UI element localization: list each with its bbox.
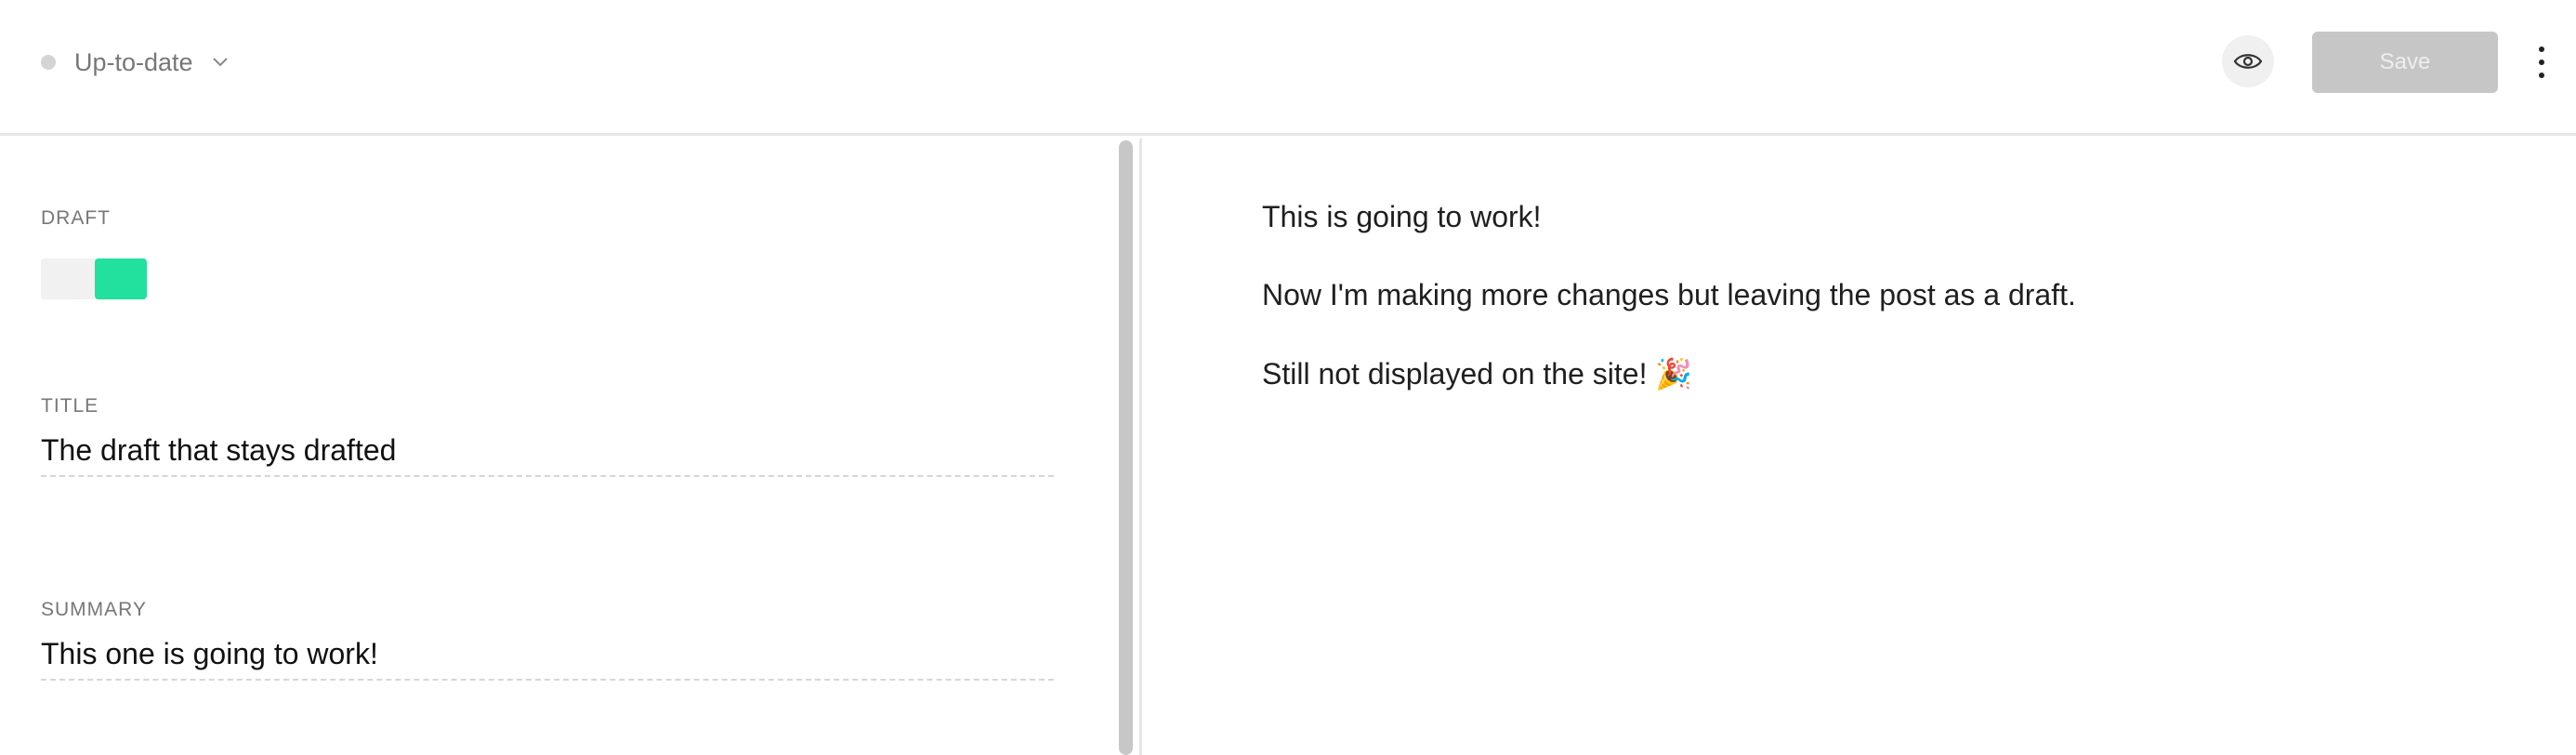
status-dot <box>41 55 56 70</box>
status-dropdown[interactable]: Up-to-date <box>41 43 230 82</box>
preview-pane: This is going to work! Now I'm making mo… <box>1142 139 2576 755</box>
preview-toggle-button[interactable] <box>2222 35 2274 87</box>
summary-input[interactable] <box>41 629 1054 681</box>
preview-paragraph: Still not displayed on the site! 🎉 <box>1262 357 1693 391</box>
draft-toggle-knob <box>95 258 147 299</box>
editor-pane: DRAFT TITLE SUMMARY <box>0 139 1115 755</box>
splitter-handle[interactable] <box>1119 140 1133 755</box>
top-bar: Up-to-date Save <box>0 0 2576 136</box>
preview-paragraph: Now I'm making more changes but leaving … <box>1262 278 2076 311</box>
draft-toggle[interactable] <box>41 258 147 299</box>
title-label: TITLE <box>41 395 99 417</box>
more-dot <box>2539 73 2544 78</box>
summary-label: SUMMARY <box>41 599 147 620</box>
preview-paragraph: This is going to work! <box>1262 200 1542 233</box>
status-label: Up-to-date <box>74 47 193 76</box>
more-dot <box>2539 46 2544 52</box>
more-dot <box>2539 60 2544 65</box>
title-input[interactable] <box>41 425 1054 477</box>
draft-label: DRAFT <box>41 207 111 229</box>
more-options-icon[interactable] <box>2530 39 2554 86</box>
save-button[interactable]: Save <box>2312 32 2498 93</box>
chevron-down-icon <box>210 52 230 73</box>
eye-icon <box>2233 52 2263 71</box>
pane-splitter[interactable] <box>1115 139 1139 755</box>
